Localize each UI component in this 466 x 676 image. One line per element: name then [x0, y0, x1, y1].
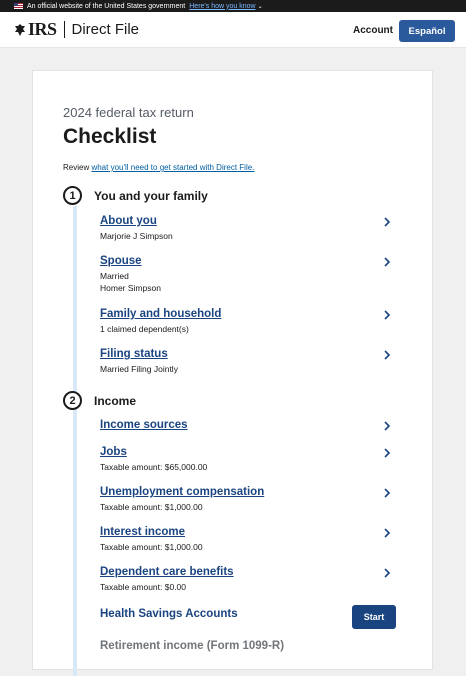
logo[interactable]: IRS Direct File [14, 19, 139, 40]
checklist-item-family-household[interactable]: Family and household 1 claimed dependent… [100, 308, 400, 335]
hsa-start-button[interactable]: Start [352, 605, 396, 629]
checklist-item-interest-income[interactable]: Interest income Taxable amount: $1,000.0… [100, 526, 400, 553]
chevron-down-icon[interactable]: ⌄ [258, 3, 263, 10]
item-detail: Married Homer Simpson [100, 270, 400, 294]
checklist-card: 2024 federal tax return Checklist Review… [32, 70, 433, 676]
chevron-right-icon[interactable] [383, 448, 391, 458]
logo-divider [63, 21, 65, 38]
item-link[interactable]: Family and household [100, 308, 400, 320]
item-detail: Taxable amount: $65,000.00 [100, 462, 208, 472]
item-detail-line: Homer Simpson [100, 283, 161, 293]
item-link[interactable]: About you [100, 215, 400, 227]
gov-banner: An official website of the United States… [0, 0, 466, 12]
item-detail: Taxable amount: $0.00 [100, 582, 187, 592]
checklist-item-about-you[interactable]: About you Marjorie J Simpson [100, 215, 400, 242]
chevron-right-icon[interactable] [383, 310, 391, 320]
language-toggle-button[interactable]: Español [399, 20, 455, 42]
intro-prefix: Review [63, 163, 92, 172]
gov-banner-text: An official website of the United States… [27, 2, 186, 10]
item-link[interactable]: Filing status [100, 348, 400, 360]
item-detail: 1 claimed dependent(s) [100, 324, 189, 334]
chevron-right-icon[interactable] [383, 488, 391, 498]
checklist-item-jobs[interactable]: Jobs Taxable amount: $65,000.00 [100, 446, 400, 473]
app-name: Direct File [71, 21, 140, 38]
checklist-item-unemployment[interactable]: Unemployment compensation Taxable amount… [100, 486, 400, 513]
item-detail: Married Filing Jointly [100, 364, 178, 374]
logo-irs-text: IRS [28, 19, 57, 39]
irs-eagle-icon [15, 23, 25, 36]
tax-year-heading: 2024 federal tax return [63, 105, 194, 120]
chevron-right-icon[interactable] [383, 568, 391, 578]
chevron-right-icon[interactable] [383, 528, 391, 538]
step-number-1: 1 [63, 186, 82, 205]
item-link[interactable]: Income sources [100, 419, 400, 431]
item-detail: Taxable amount: $1,000.00 [100, 502, 203, 512]
checklist-item-retirement: Retirement income (Form 1099-R) [100, 640, 285, 652]
checklist-item-dependent-care[interactable]: Dependent care benefits Taxable amount: … [100, 566, 400, 593]
item-detail: Taxable amount: $1,000.00 [100, 542, 203, 552]
progress-rail [73, 206, 77, 676]
item-detail-line: Married [100, 271, 129, 281]
checklist-item-filing-status[interactable]: Filing status Married Filing Jointly [100, 348, 400, 375]
section-title-family: You and your family [94, 189, 208, 203]
chevron-right-icon[interactable] [383, 217, 391, 227]
item-link[interactable]: Spouse [100, 255, 400, 267]
account-link[interactable]: Account [353, 25, 393, 36]
section-title-income: Income [94, 394, 137, 408]
site-header: IRS Direct File Account Español [0, 12, 466, 48]
get-started-link[interactable]: what you'll need to get started with Dir… [91, 163, 254, 172]
chevron-right-icon[interactable] [383, 350, 391, 360]
step-number-2: 2 [63, 391, 82, 410]
page-title: Checklist [63, 125, 157, 148]
chevron-right-icon[interactable] [383, 421, 391, 431]
item-link[interactable]: Jobs [100, 446, 400, 458]
item-link[interactable]: Interest income [100, 526, 400, 538]
item-detail: Marjorie J Simpson [100, 231, 173, 241]
item-link[interactable]: Dependent care benefits [100, 566, 400, 578]
item-link[interactable]: Unemployment compensation [100, 486, 400, 498]
checklist-item-hsa: Health Savings Accounts [100, 608, 238, 620]
heres-how-you-know-link[interactable]: Here's how you know [189, 3, 255, 10]
checklist-item-income-sources[interactable]: Income sources [100, 419, 400, 431]
intro-text: Review what you'll need to get started w… [63, 163, 254, 172]
us-flag-icon [14, 3, 23, 9]
chevron-right-icon[interactable] [383, 257, 391, 267]
checklist-item-spouse[interactable]: Spouse Married Homer Simpson [100, 255, 400, 294]
